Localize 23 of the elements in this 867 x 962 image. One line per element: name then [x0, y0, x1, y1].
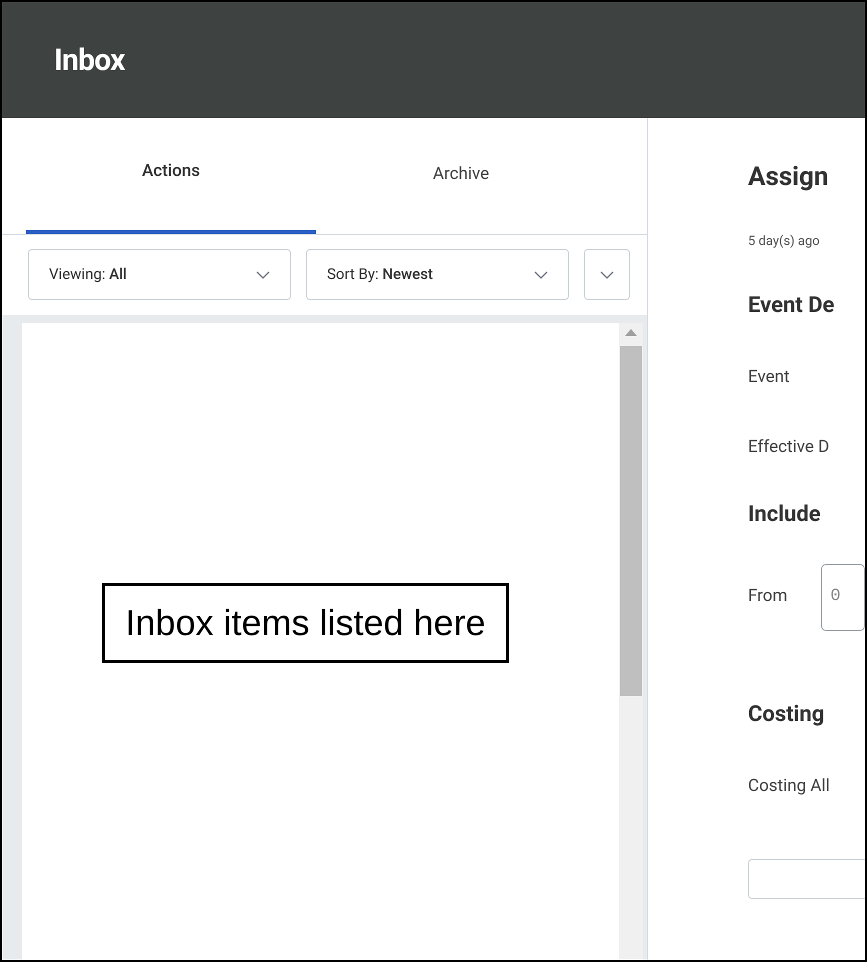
scrollbar[interactable] — [619, 323, 643, 960]
filter-dropdown[interactable]: Sort By: Newest — [306, 249, 569, 300]
input-field[interactable] — [748, 859, 865, 899]
chevron-down-icon — [256, 270, 270, 278]
chevron-down-icon — [600, 270, 614, 278]
field-label: Effective D — [748, 437, 830, 457]
section-heading: Include — [748, 500, 822, 528]
section-heading: Costing — [748, 700, 826, 728]
field-label: From — [748, 585, 788, 608]
tab[interactable]: Archive — [316, 150, 606, 234]
tab[interactable]: Actions — [26, 150, 316, 234]
field-label: Costing All — [748, 776, 830, 796]
chevron-down-icon — [534, 270, 548, 278]
page-title: Inbox — [54, 42, 125, 80]
expand-dropdown[interactable] — [584, 249, 630, 300]
time-ago: 5 day(s) ago — [748, 233, 821, 251]
input-field[interactable]: 0 — [821, 564, 865, 630]
field-label: Event — [748, 366, 790, 386]
detail-title: Assign — [748, 162, 830, 192]
callout-label: Inbox items listed here — [102, 583, 509, 663]
filter-dropdown[interactable]: Viewing: All — [28, 249, 291, 300]
section-heading: Event De — [748, 292, 836, 320]
scroll-up-icon[interactable] — [625, 329, 637, 336]
